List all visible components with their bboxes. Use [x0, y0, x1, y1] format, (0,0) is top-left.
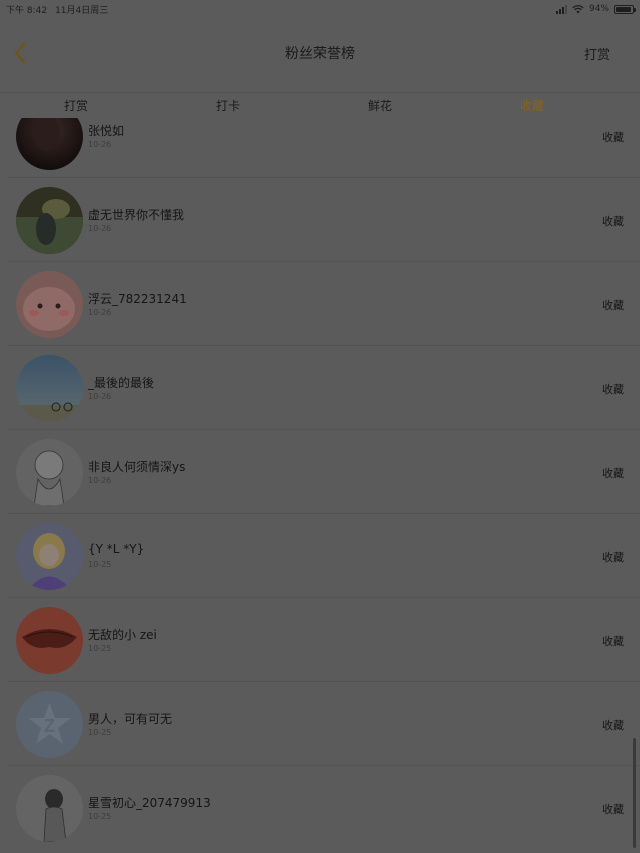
row-date: 10-25 — [88, 560, 112, 569]
avatar — [16, 355, 83, 422]
favorite-button[interactable]: 收藏 — [602, 381, 624, 397]
avatar — [16, 523, 83, 590]
chevron-left-icon — [14, 42, 26, 64]
nav-bar: 粉丝荣誉榜 打赏 — [0, 18, 640, 88]
list-item[interactable]: 非良人何须情深ys 10-26 收藏 — [0, 430, 640, 514]
avatar — [16, 187, 83, 254]
list-item[interactable]: _最後的最後 10-26 收藏 — [0, 346, 640, 430]
row-date: 10-26 — [88, 392, 112, 401]
status-time: 下午 8:42 — [6, 5, 48, 16]
favorite-button[interactable]: 收藏 — [602, 129, 624, 145]
favorite-button[interactable]: 收藏 — [602, 801, 624, 817]
user-name: 虚无世界你不懂我 — [88, 208, 185, 222]
tab-favorites[interactable]: 收藏 — [456, 93, 608, 118]
list-item[interactable]: 星雪初心_207479913 10-25 收藏 — [0, 766, 640, 850]
tab-flowers[interactable]: 鲜花 — [304, 93, 456, 118]
favorite-button[interactable]: 收藏 — [602, 633, 624, 649]
tab-checkin[interactable]: 打卡 — [152, 93, 304, 118]
page-title: 粉丝荣誉榜 — [285, 46, 355, 62]
row-date: 10-26 — [88, 308, 112, 317]
user-name: {Y *L *Y} — [88, 542, 145, 556]
favorite-button[interactable]: 收藏 — [602, 213, 624, 229]
user-name: 浮云_782231241 — [88, 292, 187, 306]
user-name: 无敌的小 zei — [88, 628, 157, 642]
status-right: 94% — [555, 4, 636, 14]
avatar — [16, 607, 83, 674]
reward-button[interactable]: 打赏 — [584, 44, 610, 63]
user-name: 张悦如 — [88, 124, 125, 138]
list-item[interactable]: 虚无世界你不懂我 10-26 收藏 — [0, 178, 640, 262]
scrollbar[interactable] — [633, 738, 636, 848]
list-item[interactable]: 无敌的小 zei 10-25 收藏 — [0, 598, 640, 682]
row-date: 10-25 — [88, 812, 112, 821]
list-item[interactable]: 张悦如 10-26 收藏 — [0, 118, 640, 178]
signal-icon — [555, 4, 567, 14]
row-date: 10-25 — [88, 644, 112, 653]
list-item[interactable]: 浮云_782231241 10-26 收藏 — [0, 262, 640, 346]
back-button[interactable] — [8, 40, 32, 66]
favorite-button[interactable]: 收藏 — [602, 549, 624, 565]
user-name: 星雪初心_207479913 — [88, 796, 211, 810]
status-bar: 下午 8:42 11月4日周三 94% — [0, 0, 640, 18]
fan-list: 张悦如 10-26 收藏 虚无世界你不懂我 10-26 收藏 浮云_782231… — [0, 118, 640, 853]
list-item[interactable]: {Y *L *Y} 10-25 收藏 — [0, 514, 640, 598]
tab-bar: 打赏 打卡 鲜花 收藏 — [0, 92, 640, 118]
tab-reward[interactable]: 打赏 — [0, 93, 152, 118]
user-name: _最後的最後 — [88, 376, 155, 390]
favorite-button[interactable]: 收藏 — [602, 717, 624, 733]
status-date: 11月4日周三 — [55, 5, 109, 16]
avatar — [16, 118, 83, 170]
user-name: 男人，可有可无 — [88, 712, 173, 726]
list-item[interactable]: Z 男人，可有可无 10-25 收藏 — [0, 682, 640, 766]
battery-icon — [614, 4, 636, 14]
battery-percent: 94% — [588, 4, 609, 14]
status-left: 下午 8:42 11月4日周三 — [6, 3, 108, 16]
row-date: 10-26 — [88, 140, 112, 149]
avatar — [16, 775, 83, 842]
favorite-button[interactable]: 收藏 — [602, 297, 624, 313]
favorite-button[interactable]: 收藏 — [602, 465, 624, 481]
avatar — [16, 439, 83, 506]
row-date: 10-26 — [88, 224, 112, 233]
row-date: 10-26 — [88, 476, 112, 485]
row-date: 10-25 — [88, 728, 112, 737]
user-name: 非良人何须情深ys — [88, 460, 186, 474]
avatar: Z — [16, 691, 83, 758]
wifi-icon — [572, 4, 584, 13]
avatar — [16, 271, 83, 338]
svg-text:Z: Z — [44, 716, 55, 736]
